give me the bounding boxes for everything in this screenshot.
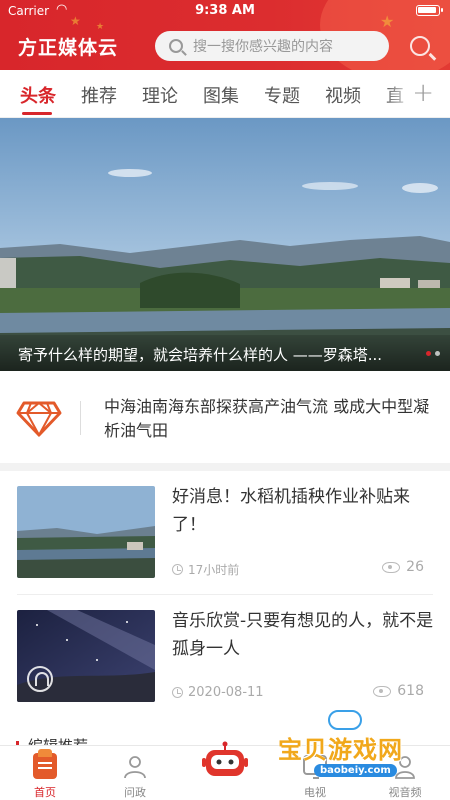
search-icon [169, 39, 183, 53]
section-divider [0, 463, 450, 471]
nav-item-tv[interactable]: 电视 [270, 746, 360, 800]
tab-zhuanti[interactable]: 专题 [264, 82, 300, 108]
news-time-text: 2020-08-11 [188, 685, 264, 700]
news-time: 2020-08-11 [172, 685, 264, 700]
news-title: 音乐欣赏-只要有想见的人，就不是孤身一人 [172, 611, 434, 659]
tv-icon [303, 755, 327, 779]
news-views-count: 26 [406, 559, 424, 575]
news-item[interactable]: 音乐欣赏-只要有想见的人，就不是孤身一人 2020-08-11 618 [0, 595, 450, 719]
news-thumbnail [17, 610, 155, 702]
clock-icon [172, 687, 183, 698]
app-header: ★ ★ ★ Carrier ◠ 9:38 AM 方正媒体云 搜一搜你感兴趣的内容 [0, 0, 450, 70]
eye-icon [382, 561, 401, 573]
nav-label: 问政 [124, 786, 146, 799]
news-title: 好消息！水稻机插秧作业补贴来了！ [172, 487, 410, 535]
banner-carousel[interactable]: 寄予什么样的期望，就会培养什么样的人 ——罗森塔... [0, 118, 450, 371]
banner-dot [435, 351, 440, 356]
eye-icon [373, 685, 392, 697]
people-icon [124, 756, 146, 779]
banner-caption: 寄予什么样的期望，就会培养什么样的人 ——罗森塔... [0, 335, 450, 371]
nav-label: 电视 [304, 786, 326, 799]
search-placeholder: 搜一搜你感兴趣的内容 [193, 39, 333, 55]
banner-dot [426, 351, 431, 356]
status-bar: Carrier ◠ 9:38 AM [0, 0, 450, 22]
tab-fade [384, 70, 414, 116]
news-views-count: 618 [397, 683, 424, 699]
tab-shipin[interactable]: 视频 [325, 82, 361, 108]
robot-icon [202, 741, 248, 776]
diamond-icon [16, 401, 62, 438]
nav-item-audio-video[interactable]: 视音频 [360, 746, 450, 800]
banner-image [0, 118, 450, 371]
nav-item-wenzheng[interactable]: 问政 [90, 746, 180, 800]
headline-card[interactable]: 中海油南海东部探获高产油气流 或成大中型凝析油气田 [0, 371, 450, 463]
tab-lilun[interactable]: 理论 [142, 82, 178, 108]
app-title: 方正媒体云 [18, 37, 119, 59]
tab-toutiao[interactable]: 头条 [20, 82, 56, 108]
header-search-icon[interactable] [410, 36, 430, 56]
person-icon [395, 756, 415, 779]
status-time: 9:38 AM [195, 3, 255, 18]
headline-text: 中海油南海东部探获高产油气流 或成大中型凝析油气田 [104, 397, 430, 440]
audio-icon [27, 666, 53, 692]
nav-label: 首页 [34, 786, 56, 799]
search-input[interactable]: 搜一搜你感兴趣的内容 [155, 31, 389, 61]
news-views: 26 [382, 559, 424, 575]
news-thumbnail [17, 486, 155, 578]
news-time-text: 17小时前 [188, 563, 240, 577]
clock-icon [172, 564, 183, 575]
bottom-nav: 首页 问政 电视 视音频 [0, 741, 450, 800]
nav-item-home[interactable]: 首页 [0, 746, 90, 800]
tab-tuijian[interactable]: 推荐 [81, 82, 117, 108]
nav-label: 视音频 [388, 786, 422, 799]
battery-icon [416, 5, 443, 16]
news-item[interactable]: 好消息！水稻机插秧作业补贴来了！ 17小时前 26 [0, 471, 450, 595]
category-tabs: 头条 推荐 理论 图集 专题 视频 直 + [0, 70, 450, 118]
tab-active-indicator [22, 112, 52, 115]
banner-pagination [426, 351, 440, 356]
headline-divider [80, 401, 81, 435]
nav-item-robot[interactable] [180, 741, 270, 800]
add-tab-icon[interactable]: + [412, 78, 434, 108]
tab-tuji[interactable]: 图集 [203, 82, 239, 108]
news-time: 17小时前 [172, 561, 239, 578]
news-views: 618 [373, 683, 424, 699]
star-decoration-icon: ★ [96, 22, 105, 32]
home-icon [33, 749, 57, 779]
